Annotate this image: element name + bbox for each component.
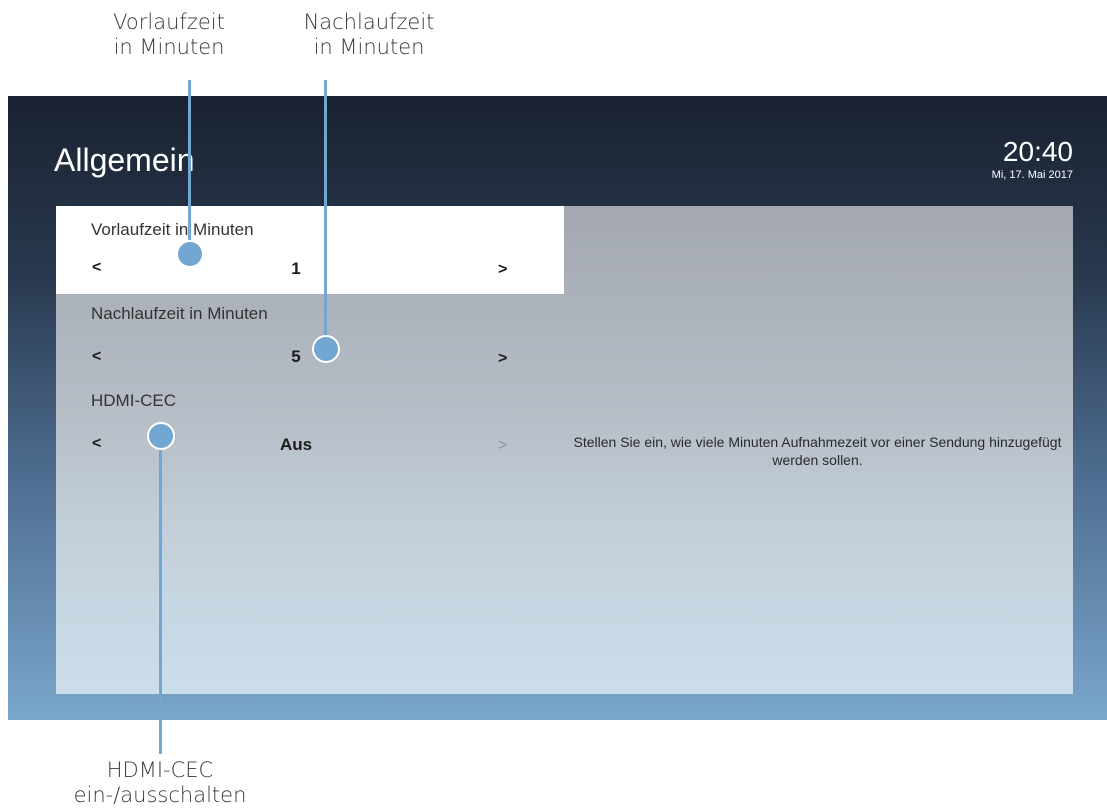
clock-time: 20:40: [1002, 136, 1073, 167]
callout-follow-time-line: [324, 80, 327, 342]
callout-lead-time-line2: in Minuten: [113, 35, 225, 59]
callout-lead-time: Vorlaufzeit in Minuten: [84, 10, 254, 60]
setting-value: Aus: [279, 435, 313, 454]
decrease-arrow-icon[interactable]: <: [92, 348, 101, 366]
clock-date: Mi, 17. Mai 2017: [991, 169, 1073, 181]
setting-lead-time[interactable]: Vorlaufzeit in Minuten < 1 >: [56, 206, 564, 294]
callout-follow-time: Nachlaufzeit in Minuten: [284, 10, 454, 60]
callout-lead-time-line1: Vorlaufzeit: [113, 10, 225, 34]
callout-follow-time-line1: Nachlaufzeit: [303, 10, 435, 34]
callout-hdmi-cec-dot: [147, 422, 175, 450]
setting-label: HDMI-CEC: [91, 391, 176, 410]
increase-arrow-icon[interactable]: >: [498, 261, 507, 279]
callout-hdmi-cec: HDMI-CEC ein-/ausschalten: [40, 758, 280, 808]
setting-label: Nachlaufzeit in Minuten: [91, 304, 268, 323]
callout-follow-time-line2: in Minuten: [313, 35, 425, 59]
callout-follow-time-dot: [312, 335, 340, 363]
setting-label: Vorlaufzeit in Minuten: [91, 220, 254, 239]
settings-panel: Vorlaufzeit in Minuten < 1 > Nachlaufzei…: [56, 206, 1073, 694]
tv-screen: Allgemein 20:40 Mi, 17. Mai 2017 Vorlauf…: [8, 96, 1107, 720]
callout-hdmi-cec-line2: ein-/ausschalten: [73, 783, 247, 807]
setting-description: Stellen Sie ein, wie viele Minuten Aufna…: [573, 434, 1062, 468]
callout-lead-time-dot: [176, 240, 204, 268]
callout-hdmi-cec-line1: HDMI-CEC: [106, 758, 214, 782]
setting-follow-time[interactable]: Nachlaufzeit in Minuten < 5 >: [56, 294, 564, 382]
increase-arrow-icon[interactable]: >: [498, 350, 507, 368]
callout-hdmi-cec-line: [159, 436, 162, 754]
decrease-arrow-icon[interactable]: <: [92, 435, 101, 453]
decrease-arrow-icon[interactable]: <: [92, 259, 101, 277]
setting-value: 1: [291, 259, 301, 278]
callout-lead-time-line: [188, 80, 191, 248]
setting-value: 5: [291, 347, 301, 366]
setting-hdmi-cec[interactable]: HDMI-CEC < Aus >: [56, 382, 564, 470]
page-title: Allgemein: [54, 142, 195, 178]
clock: 20:40 Mi, 17. Mai 2017: [992, 136, 1073, 182]
increase-arrow-icon[interactable]: >: [498, 437, 507, 455]
